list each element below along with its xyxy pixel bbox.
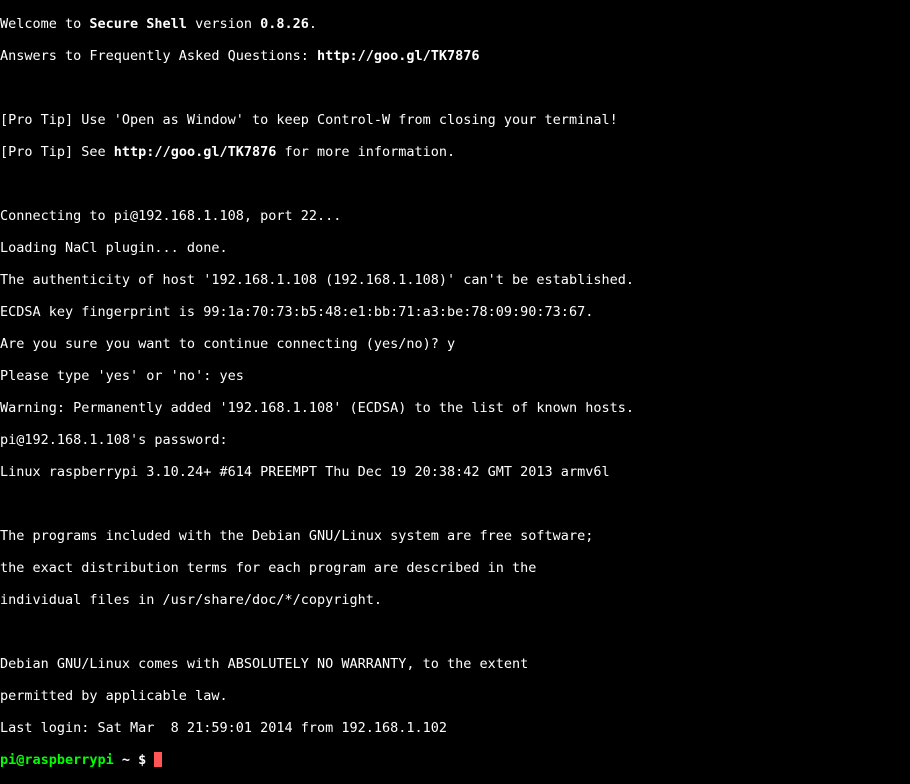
blank-line: [0, 176, 910, 192]
welcome-text-suffix: .: [309, 16, 317, 32]
protip2-post: for more information.: [276, 144, 455, 160]
protip2-url: http://goo.gl/TK7876: [114, 144, 277, 160]
protip1-line: [Pro Tip] Use 'Open as Window' to keep C…: [0, 112, 910, 128]
last-login-line: Last login: Sat Mar 8 21:59:01 2014 from…: [0, 720, 910, 736]
loading-nacl-line: Loading NaCl plugin... done.: [0, 240, 910, 256]
warning-line: Warning: Permanently added '192.168.1.10…: [0, 400, 910, 416]
please-type-line: Please type 'yes' or 'no': yes: [0, 368, 910, 384]
authenticity-line: The authenticity of host '192.168.1.108 …: [0, 272, 910, 288]
terminal-output[interactable]: Welcome to Secure Shell version 0.8.26. …: [0, 0, 910, 784]
blank-line: [0, 80, 910, 96]
faq-line: Answers to Frequently Asked Questions: h…: [0, 48, 910, 64]
welcome-line: Welcome to Secure Shell version 0.8.26.: [0, 16, 910, 32]
prompt-user-host: pi@raspberrypi: [0, 752, 114, 768]
debian-notice-line3: individual files in /usr/share/doc/*/cop…: [0, 592, 910, 608]
debian-notice-line1: The programs included with the Debian GN…: [0, 528, 910, 544]
faq-url: http://goo.gl/TK7876: [317, 48, 480, 64]
app-version: 0.8.26: [260, 16, 309, 32]
app-name: Secure Shell: [89, 16, 187, 32]
welcome-text-mid: version: [187, 16, 260, 32]
welcome-text-pre: Welcome to: [0, 16, 89, 32]
password-prompt-line: pi@192.168.1.108's password:: [0, 432, 910, 448]
debian-notice-line2: the exact distribution terms for each pr…: [0, 560, 910, 576]
protip2-pre: [Pro Tip] See: [0, 144, 114, 160]
fingerprint-line: ECDSA key fingerprint is 99:1a:70:73:b5:…: [0, 304, 910, 320]
faq-text-pre: Answers to Frequently Asked Questions:: [0, 48, 317, 64]
prompt-line[interactable]: pi@raspberrypi ~ $: [0, 752, 910, 768]
blank-line: [0, 496, 910, 512]
kernel-line: Linux raspberrypi 3.10.24+ #614 PREEMPT …: [0, 464, 910, 480]
continue-prompt-line: Are you sure you want to continue connec…: [0, 336, 910, 352]
prompt-path-symbol: ~ $: [114, 752, 155, 768]
protip2-line: [Pro Tip] See http://goo.gl/TK7876 for m…: [0, 144, 910, 160]
warranty-line2: permitted by applicable law.: [0, 688, 910, 704]
warranty-line1: Debian GNU/Linux comes with ABSOLUTELY N…: [0, 656, 910, 672]
blank-line: [0, 624, 910, 640]
connecting-line: Connecting to pi@192.168.1.108, port 22.…: [0, 208, 910, 224]
cursor-icon: [154, 752, 162, 767]
